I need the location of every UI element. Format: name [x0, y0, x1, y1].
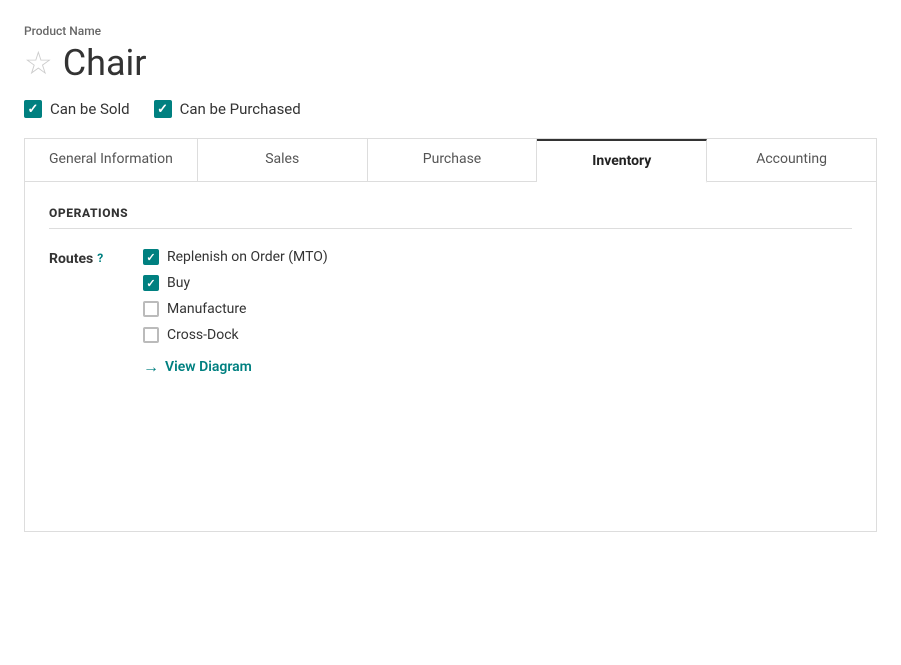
routes-row: Routes ? ✓ Replenish on Order (MTO) ✓ Bu…: [49, 249, 852, 377]
route-buy-checkbox: ✓: [143, 275, 159, 291]
routes-help-icon[interactable]: ?: [97, 251, 103, 265]
product-flags-row: ✓ Can be Sold ✓ Can be Purchased: [24, 100, 877, 118]
can-be-sold-checkbox[interactable]: ✓ Can be Sold: [24, 100, 130, 118]
routes-options: ✓ Replenish on Order (MTO) ✓ Buy Manufac…: [143, 249, 328, 377]
route-manufacture[interactable]: Manufacture: [143, 301, 328, 317]
route-replenish-mto[interactable]: ✓ Replenish on Order (MTO): [143, 249, 328, 265]
tab-accounting[interactable]: Accounting: [707, 139, 876, 182]
routes-label: Routes ?: [49, 249, 119, 377]
product-name-label: Product Name: [24, 24, 877, 38]
route-buy-label: Buy: [167, 275, 190, 291]
route-manufacture-label: Manufacture: [167, 301, 246, 317]
route-cross-dock[interactable]: Cross-Dock: [143, 327, 328, 343]
tab-content-inventory: Operations Routes ? ✓ Replenish on Order…: [24, 182, 877, 532]
tab-general-information[interactable]: General Information: [25, 139, 198, 182]
operations-section-header: Operations: [49, 206, 852, 229]
can-be-purchased-checkmark: ✓: [157, 103, 168, 116]
route-replenish-mto-label: Replenish on Order (MTO): [167, 249, 328, 265]
view-diagram-label: View Diagram: [165, 359, 252, 375]
tabs-bar: General Information Sales Purchase Inven…: [24, 138, 877, 182]
route-replenish-mto-checkbox: ✓: [143, 249, 159, 265]
product-title-row: ☆ Chair: [24, 42, 877, 84]
tab-sales[interactable]: Sales: [198, 139, 368, 182]
view-diagram-arrow: →: [143, 357, 159, 377]
can-be-sold-checkmark: ✓: [28, 103, 39, 116]
product-name: Chair: [63, 42, 147, 84]
route-cross-dock-label: Cross-Dock: [167, 327, 239, 343]
product-form: Product Name ☆ Chair ✓ Can be Sold ✓ Can…: [0, 0, 901, 665]
view-diagram-link[interactable]: → View Diagram: [143, 357, 328, 377]
can-be-purchased-checkbox-box: ✓: [154, 100, 172, 118]
can-be-purchased-checkbox[interactable]: ✓ Can be Purchased: [154, 100, 301, 118]
route-buy[interactable]: ✓ Buy: [143, 275, 328, 291]
can-be-sold-label: Can be Sold: [50, 100, 130, 118]
route-cross-dock-checkbox: [143, 327, 159, 343]
favorite-star-icon[interactable]: ☆: [24, 47, 53, 79]
can-be-purchased-label: Can be Purchased: [180, 100, 301, 118]
tab-inventory[interactable]: Inventory: [537, 139, 707, 183]
route-manufacture-checkbox: [143, 301, 159, 317]
tab-purchase[interactable]: Purchase: [368, 139, 538, 182]
can-be-sold-checkbox-box: ✓: [24, 100, 42, 118]
